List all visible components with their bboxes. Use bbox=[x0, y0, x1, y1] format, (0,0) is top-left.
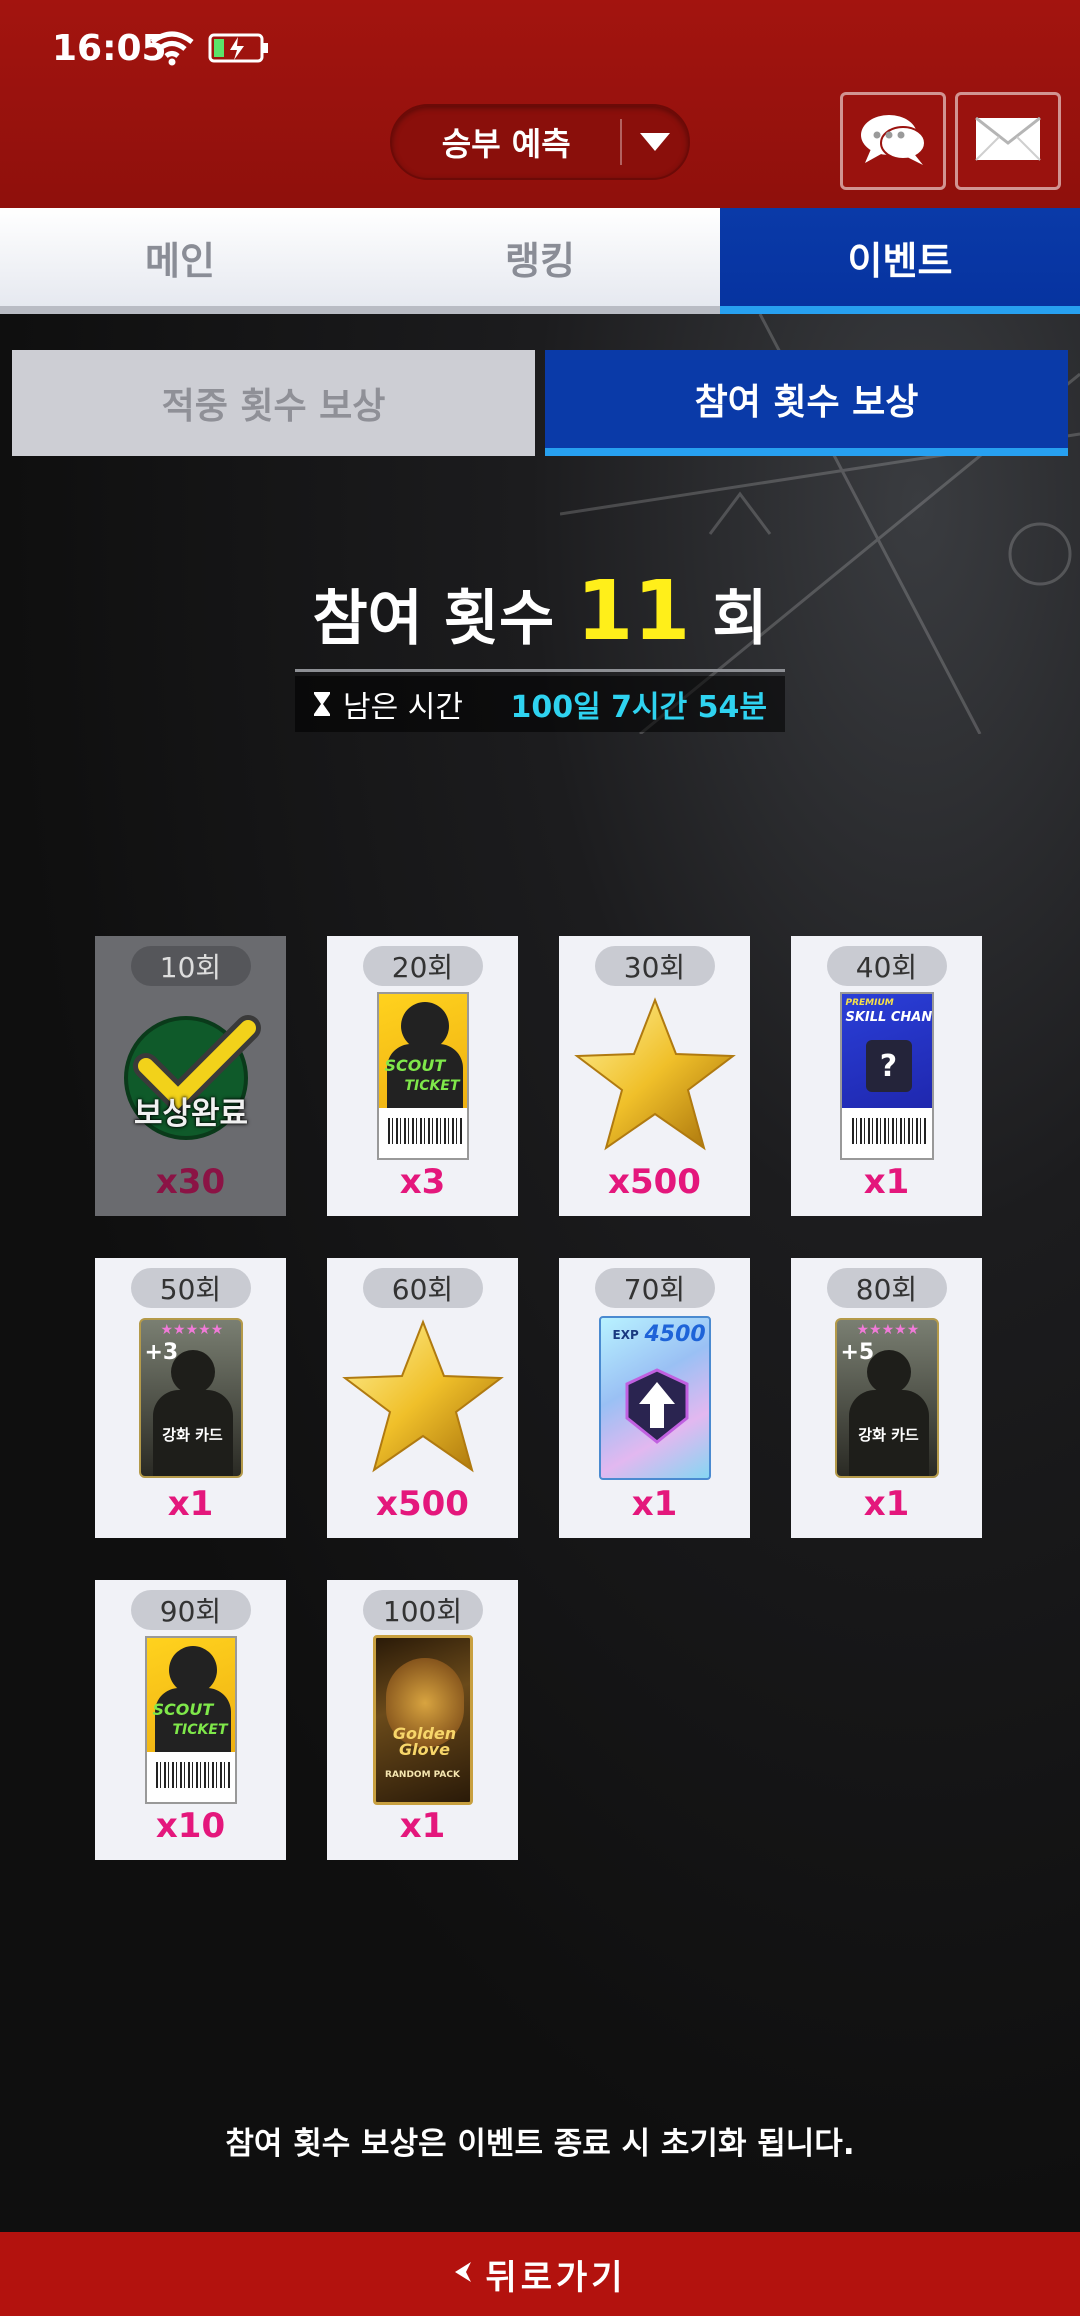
divider bbox=[295, 669, 785, 672]
scout-ticket-icon: SCOUT TICKET bbox=[376, 992, 469, 1160]
battery-charging-icon bbox=[208, 32, 270, 64]
reward-qty: x500 bbox=[376, 1484, 469, 1524]
top-header: 16:05 승부 예측 bbox=[0, 0, 1080, 208]
reward-qty: x1 bbox=[399, 1806, 446, 1846]
status-icons bbox=[150, 30, 270, 66]
tab-ranking[interactable]: 랭킹 bbox=[360, 208, 720, 314]
reward-qty: x1 bbox=[167, 1484, 214, 1524]
remaining-time-value: 100일 7시간 54분 bbox=[510, 690, 767, 725]
reward-qty: x1 bbox=[631, 1484, 678, 1524]
reward-card-30[interactable]: 30회 x500 bbox=[559, 936, 750, 1216]
tab-event[interactable]: 이벤트 bbox=[720, 208, 1080, 314]
tab-main[interactable]: 메인 bbox=[0, 208, 360, 314]
milestone-badge: 80회 bbox=[826, 1268, 947, 1308]
participation-count-line: 참여 횟수 11 회 bbox=[0, 564, 1080, 659]
reward-card-100[interactable]: 100회 Golden Glove RANDOM PACK x1 bbox=[327, 1580, 518, 1860]
gold-star-icon bbox=[341, 1319, 504, 1473]
reward-subtabs: 적중 횟수 보상 참여 횟수 보상 bbox=[12, 350, 1068, 456]
chat-button[interactable] bbox=[840, 92, 946, 190]
exp-card-icon: EXP 4500 bbox=[598, 1316, 711, 1480]
milestone-badge: 70회 bbox=[594, 1268, 715, 1308]
milestone-badge: 10회 bbox=[130, 946, 251, 986]
reward-qty: x10 bbox=[155, 1806, 226, 1846]
reward-card-80[interactable]: 80회 ★★★★★ +5 강화 카드 x1 bbox=[791, 1258, 982, 1538]
gold-star-icon bbox=[573, 997, 736, 1151]
reward-art: EXP 4500 bbox=[570, 1308, 740, 1488]
milestone-badge: 90회 bbox=[130, 1590, 251, 1630]
subtab-hit-reward[interactable]: 적중 횟수 보상 bbox=[12, 350, 535, 456]
hourglass-icon bbox=[313, 691, 337, 717]
reward-card-70[interactable]: 70회 EXP 4500 x1 bbox=[559, 1258, 750, 1538]
chevron-down-icon[interactable] bbox=[622, 133, 688, 151]
participation-unit: 회 bbox=[712, 584, 768, 654]
reward-art bbox=[570, 986, 740, 1166]
reward-qty: x3 bbox=[399, 1162, 446, 1202]
reward-qty: x1 bbox=[863, 1162, 910, 1202]
subtab-participation-reward[interactable]: 참여 횟수 보상 bbox=[545, 350, 1068, 456]
golden-glove-pack-icon: Golden Glove RANDOM PACK bbox=[372, 1635, 473, 1805]
milestone-badge: 40회 bbox=[826, 946, 947, 986]
back-arrow-icon bbox=[453, 2261, 473, 2287]
enhance-card-icon: ★★★★★ +3 강화 카드 bbox=[138, 1318, 243, 1478]
back-label: 뒤로가기 bbox=[485, 2257, 627, 2298]
reward-art: PREMIUM SKILL CHANGE ? bbox=[802, 986, 972, 1166]
predict-dropdown[interactable]: 승부 예측 bbox=[390, 104, 690, 180]
milestone-badge: 60회 bbox=[362, 1268, 483, 1308]
reset-notice: 참여 횟수 보상은 이벤트 종료 시 초기화 됩니다. bbox=[225, 2126, 855, 2162]
back-button[interactable]: 뒤로가기 bbox=[0, 2232, 1080, 2316]
reward-card-50[interactable]: 50회 ★★★★★ +3 강화 카드 x1 bbox=[95, 1258, 286, 1538]
reward-qty: x1 bbox=[863, 1484, 910, 1524]
reward-card-10[interactable]: 10회 보상완료 x30 bbox=[95, 936, 286, 1216]
scout-ticket-icon: SCOUT TICKET bbox=[144, 1636, 237, 1804]
participation-count: 11 bbox=[576, 564, 691, 659]
participation-summary: 참여 횟수 11 회 남은 시간 100일 7시간 54분 bbox=[0, 564, 1080, 732]
predict-label: 승부 예측 bbox=[441, 125, 571, 163]
milestone-badge: 50회 bbox=[130, 1268, 251, 1308]
reward-art: SCOUT TICKET bbox=[338, 986, 508, 1166]
mail-button[interactable] bbox=[955, 92, 1061, 190]
chat-bubble-icon bbox=[859, 111, 927, 171]
wifi-icon bbox=[150, 30, 194, 66]
main-tabs: 메인 랭킹 이벤트 bbox=[0, 208, 1080, 314]
reward-art: ★★★★★ +3 강화 카드 bbox=[106, 1308, 276, 1488]
event-content: 적중 횟수 보상 참여 횟수 보상 참여 횟수 11 회 남은 시간 100일 … bbox=[0, 314, 1080, 2232]
reward-card-90[interactable]: 90회 SCOUT TICKET x10 bbox=[95, 1580, 286, 1860]
reward-qty: x30 bbox=[155, 1162, 226, 1202]
participation-label: 참여 횟수 bbox=[312, 584, 555, 654]
reward-art: SCOUT TICKET bbox=[106, 1630, 276, 1810]
reward-card-60[interactable]: 60회 x500 bbox=[327, 1258, 518, 1538]
milestone-badge: 100회 bbox=[362, 1590, 483, 1630]
milestone-badge: 20회 bbox=[362, 946, 483, 986]
enhance-card-icon: ★★★★★ +5 강화 카드 bbox=[834, 1318, 939, 1478]
reward-card-20[interactable]: 20회 SCOUT TICKET x3 bbox=[327, 936, 518, 1216]
claimed-stamp: 보상완료 bbox=[113, 1010, 269, 1150]
reward-grid: 10회 보상완료 x30 20회 SCOUT TICKET x3 30회 x50… bbox=[95, 936, 985, 1860]
reward-qty: x500 bbox=[608, 1162, 701, 1202]
skill-change-ticket-icon: PREMIUM SKILL CHANGE ? bbox=[839, 992, 934, 1160]
envelope-icon bbox=[975, 116, 1041, 165]
remaining-time-label: 남은 시간 bbox=[343, 690, 463, 725]
remaining-time-bar: 남은 시간 100일 7시간 54분 bbox=[295, 676, 785, 732]
milestone-badge: 30회 bbox=[594, 946, 715, 986]
claimed-text: 보상완료 bbox=[133, 1096, 249, 1132]
reward-art: Golden Glove RANDOM PACK bbox=[338, 1630, 508, 1810]
reward-art bbox=[338, 1308, 508, 1488]
reward-card-40[interactable]: 40회 PREMIUM SKILL CHANGE ? x1 bbox=[791, 936, 982, 1216]
reward-art: ★★★★★ +5 강화 카드 bbox=[802, 1308, 972, 1488]
